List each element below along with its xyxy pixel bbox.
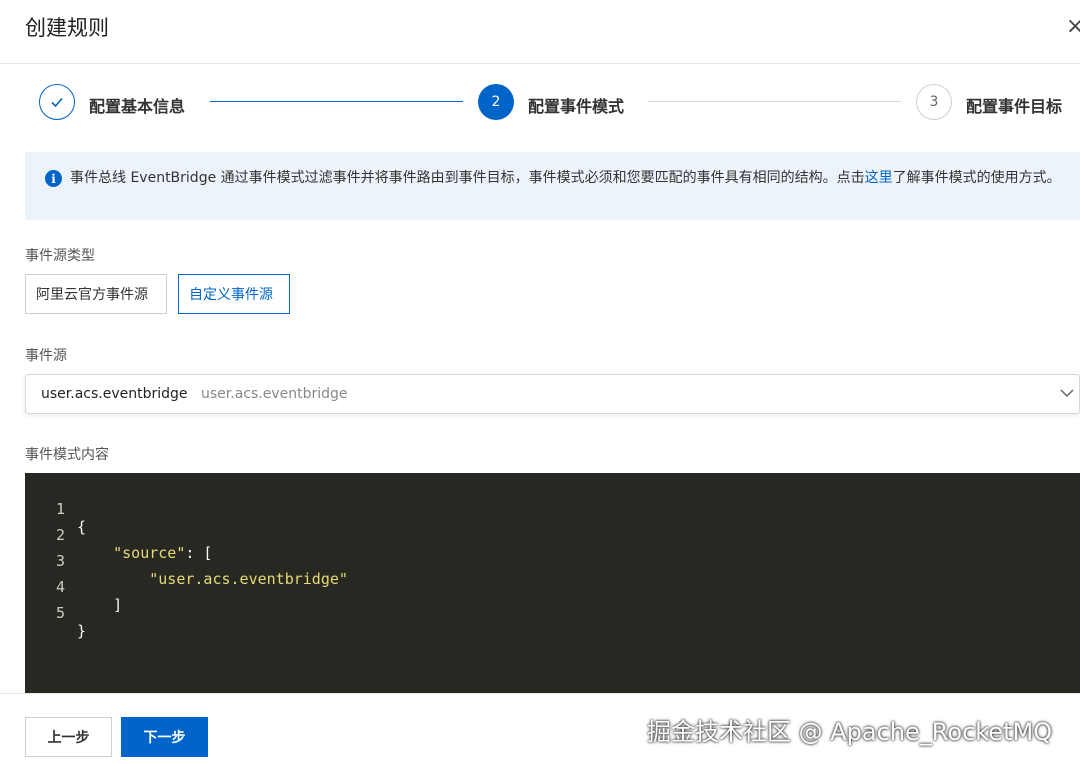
dialog-header: 创建规则 ×: [0, 0, 1080, 64]
step-2-label: 配置事件模式: [528, 97, 625, 116]
info-alert: i 事件总线 EventBridge 通过事件模式过滤事件并将事件路由到事件目标…: [25, 152, 1080, 220]
code-line: 1 {: [25, 482, 86, 536]
event-source-subvalue: user.acs.eventbridge: [201, 386, 348, 402]
code-text: "source": [: [77, 544, 212, 562]
code-punct: [77, 570, 149, 588]
step-connector-1: [210, 101, 463, 102]
code-line: 3 "user.acs.eventbridge": [25, 534, 348, 588]
event-source-label: 事件源: [25, 348, 67, 364]
watermark: 掘金技术社区 @ Apache_RocketMQ: [647, 718, 1053, 746]
code-string: "source": [113, 544, 186, 562]
chevron-down-icon: [1060, 389, 1074, 398]
official-source-button[interactable]: 阿里云官方事件源: [25, 274, 167, 314]
code-text: "user.acs.eventbridge": [77, 570, 348, 588]
event-source-value: user.acs.eventbridge: [41, 386, 188, 402]
code-line: 5 }: [25, 586, 86, 640]
next-step-button[interactable]: 下一步: [121, 717, 208, 757]
event-source-select[interactable]: user.acs.eventbridge user.acs.eventbridg…: [25, 374, 1080, 414]
code-editor[interactable]: 1 { 2 "source": [ 3 "user.acs.eventbridg…: [25, 473, 1080, 693]
step-1-label: 配置基本信息: [89, 97, 186, 116]
alert-text: 事件总线 EventBridge 通过事件模式过滤事件并将事件路由到事件目标，事…: [70, 167, 1070, 189]
source-type-label: 事件源类型: [25, 248, 95, 264]
code-line: 4 ]: [25, 560, 122, 614]
code-line: 2 "source": [: [25, 508, 213, 562]
line-number: 5: [55, 604, 65, 622]
code-punct: ]: [77, 596, 123, 614]
code-punct: {: [77, 518, 87, 536]
prev-step-button[interactable]: 上一步: [25, 717, 112, 757]
close-icon[interactable]: ×: [1066, 14, 1080, 39]
step-2-circle: 2: [478, 84, 514, 120]
code-punct: [77, 544, 113, 562]
step-connector-2: [648, 101, 901, 102]
stepper: 配置基本信息 2 配置事件模式 3 配置事件目标: [0, 84, 1080, 124]
code-text: {: [77, 518, 86, 536]
code-string: "user.acs.eventbridge": [149, 570, 348, 588]
alert-text-before: 事件总线 EventBridge 通过事件模式过滤事件并将事件路由到事件目标，事…: [70, 170, 865, 186]
custom-source-button[interactable]: 自定义事件源: [178, 274, 290, 314]
pattern-label: 事件模式内容: [25, 447, 109, 463]
code-punct: }: [77, 622, 87, 640]
code-punct: : [: [185, 544, 213, 562]
step-3-circle: 3: [916, 84, 952, 120]
code-text: }: [77, 622, 86, 640]
step-1-check-icon: [39, 84, 75, 120]
step-3-label: 配置事件目标: [966, 97, 1063, 116]
info-icon: i: [45, 170, 62, 187]
code-text: ]: [77, 596, 122, 614]
alert-link[interactable]: 这里: [865, 170, 893, 186]
dialog-title: 创建规则: [25, 16, 109, 40]
alert-text-after: 了解事件模式的使用方式。: [892, 170, 1061, 186]
dialog-footer: 上一步 下一步 掘金技术社区 @ Apache_RocketMQ: [0, 693, 1080, 764]
